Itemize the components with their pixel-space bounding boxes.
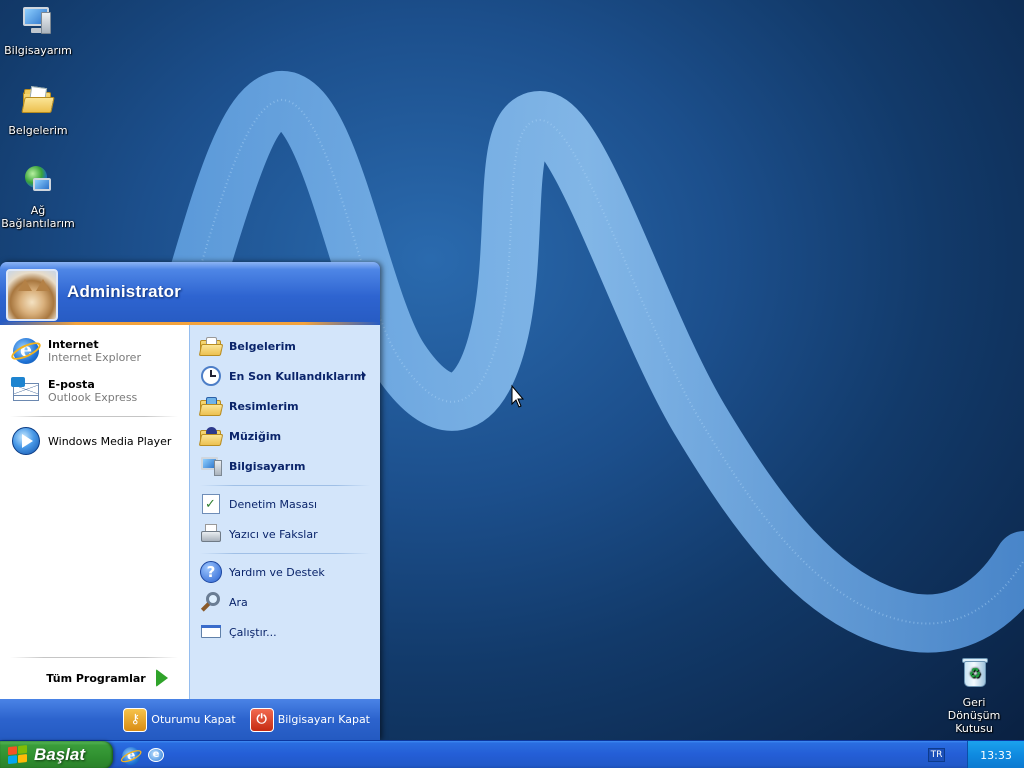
my-pictures-icon [198, 394, 224, 418]
recent-windows-media-player[interactable]: Windows Media Player [5, 422, 185, 460]
help-label: Çalıştır... [229, 625, 277, 639]
user-name: Administrator [67, 282, 182, 301]
place-my-pictures[interactable]: Resimlerim [196, 392, 376, 420]
start-button[interactable]: Başlat [0, 741, 113, 768]
place-recent-documents[interactable]: En Son Kullandıklarım [196, 362, 376, 390]
pinned-separator [10, 416, 178, 417]
recent-documents-icon [199, 364, 223, 388]
my-music-icon [198, 424, 224, 448]
pinned-title: Internet [48, 338, 99, 351]
user-avatar[interactable] [6, 269, 58, 321]
system-printers-faxes[interactable]: Yazıcı ve Fakslar [196, 520, 376, 548]
desktop-icon-recycle-bin[interactable]: ♻ Geri Dönüşüm Kutusu [936, 656, 1012, 735]
help-label: Ara [229, 595, 248, 609]
key-icon: ⚷ [123, 707, 148, 732]
internet-explorer-icon: e [8, 335, 44, 367]
search-icon [199, 590, 223, 614]
system-label: Denetim Masası [229, 497, 318, 511]
desktop-icon-label: Bilgisayarım [4, 44, 72, 57]
help-support[interactable]: ? Yardım ve Destek [196, 558, 376, 586]
network-connections-icon [21, 164, 55, 198]
windows-flag-icon [8, 745, 28, 765]
desktop-icon-label: Belgelerim [8, 124, 68, 137]
places-separator [200, 485, 370, 486]
place-label: En Son Kullandıklarım [229, 369, 366, 383]
language-indicator[interactable]: TR [928, 748, 945, 762]
submenu-arrow-icon [362, 371, 366, 379]
help-search[interactable]: Ara [196, 588, 376, 616]
system-label: Yazıcı ve Fakslar [229, 527, 318, 541]
my-computer-icon [199, 454, 223, 478]
windows-media-player-icon [10, 425, 42, 457]
logoff-button[interactable]: ⚷ Oturumu Kapat [121, 707, 237, 733]
my-computer-icon [21, 4, 55, 38]
place-label: Bilgisayarım [229, 459, 306, 473]
shutdown-label: Bilgisayarı Kapat [277, 713, 370, 726]
pinned-email[interactable]: E-posta Outlook Express [5, 372, 185, 410]
desktop-icon-label-line1: Geri Dönüşüm [947, 696, 1001, 722]
control-panel-icon: ✓ [199, 492, 223, 516]
recent-program-label: Windows Media Player [48, 434, 172, 448]
system-tray: 13:33 [967, 741, 1024, 768]
mouse-cursor [511, 384, 525, 408]
desktop-icon-network[interactable]: Ağ Bağlantılarım [0, 164, 76, 230]
place-my-music[interactable]: Müziğim [196, 422, 376, 450]
desktop-icon-my-documents[interactable]: Belgelerim [0, 84, 76, 137]
help-icon: ? [199, 560, 223, 584]
outlook-express-icon [10, 375, 42, 407]
place-my-computer[interactable]: Bilgisayarım [196, 452, 376, 480]
desktop-icon-label-line1: Ağ [30, 204, 46, 217]
green-arrow-icon [155, 669, 168, 687]
power-icon: ⏻ [249, 707, 274, 732]
help-label: Yardım ve Destek [229, 565, 325, 579]
logoff-label: Oturumu Kapat [151, 713, 236, 726]
internet-explorer-icon[interactable]: e [119, 745, 144, 766]
pinned-subtitle: Internet Explorer [48, 351, 141, 364]
my-documents-icon [198, 334, 224, 358]
pinned-internet[interactable]: e Internet Internet Explorer [5, 332, 185, 370]
start-menu-programs-pane: e Internet Internet Explorer E-posta Out… [0, 325, 189, 699]
recycle-bin-icon: ♻ [957, 656, 991, 690]
clock[interactable]: 13:33 [980, 749, 1012, 762]
start-menu-footer: ⚷ Oturumu Kapat ⏻ Bilgisayarı Kapat [0, 699, 380, 740]
place-label: Resimlerim [229, 399, 299, 413]
all-programs-separator [10, 657, 178, 658]
start-menu-places-pane: Belgelerim En Son Kullandıklarım Resimle… [189, 325, 380, 699]
quick-launch: e e [119, 745, 166, 766]
desktop-icon-my-computer[interactable]: Bilgisayarım [0, 4, 76, 57]
start-label: Başlat [34, 745, 86, 764]
start-menu-header: Administrator [0, 262, 380, 325]
pinned-subtitle: Outlook Express [48, 391, 138, 404]
place-label: Müziğim [229, 429, 282, 443]
taskbar: Başlat e e TR 13:33 [0, 740, 1024, 768]
system-separator [200, 553, 370, 554]
all-programs-button[interactable]: Tüm Programlar [42, 665, 172, 691]
desktop-icon-label-line2: Kutusu [955, 722, 993, 735]
pinned-title: E-posta [48, 378, 95, 391]
run-icon [199, 620, 223, 644]
place-label: Belgelerim [229, 339, 296, 353]
my-documents-icon [21, 84, 55, 118]
system-control-panel[interactable]: ✓ Denetim Masası [196, 490, 376, 518]
help-run[interactable]: Çalıştır... [196, 618, 376, 646]
outlook-express-icon[interactable]: e [146, 745, 166, 765]
printers-faxes-icon [199, 522, 223, 546]
start-menu: Administrator e Internet Internet Explor… [0, 262, 380, 740]
desktop-icon-label-line2: Bağlantılarım [1, 217, 75, 230]
shutdown-button[interactable]: ⏻ Bilgisayarı Kapat [248, 707, 372, 733]
all-programs-label: Tüm Programlar [46, 671, 146, 685]
place-my-documents[interactable]: Belgelerim [196, 332, 376, 360]
